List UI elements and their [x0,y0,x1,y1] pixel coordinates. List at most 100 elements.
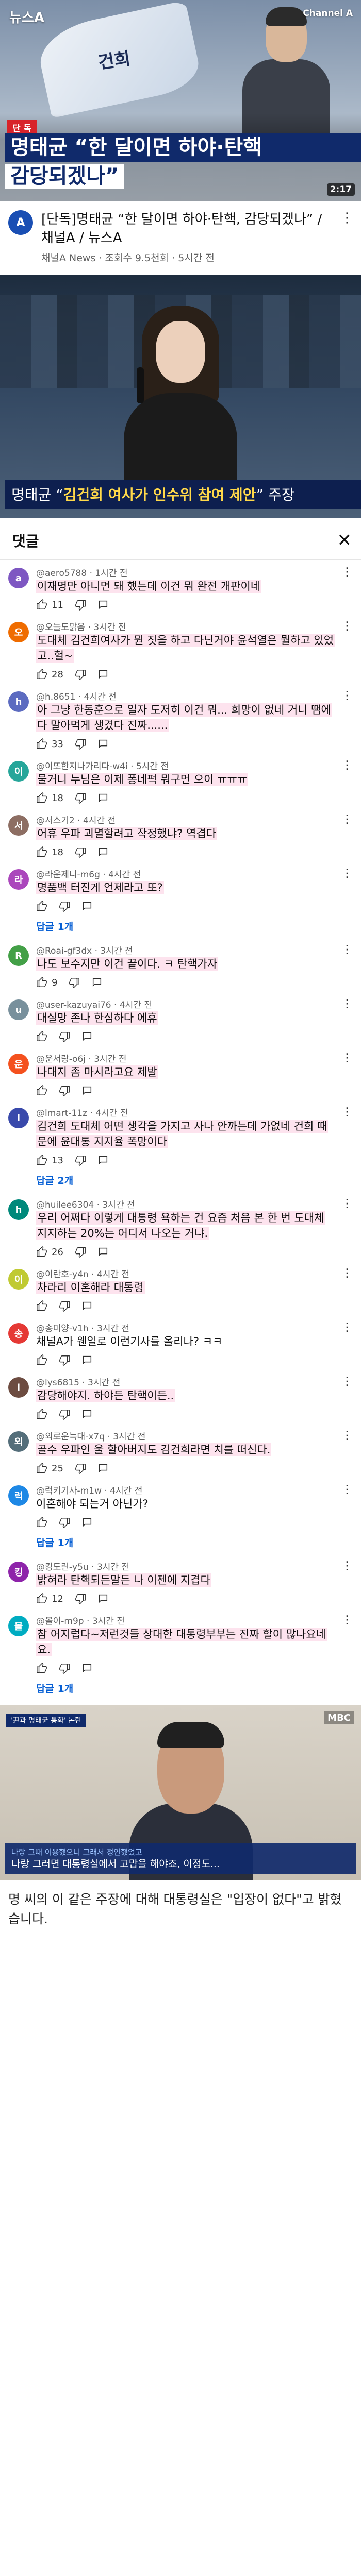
like-button[interactable]: 13 [36,1155,63,1166]
comment-username[interactable]: @서스기2 [36,816,75,826]
like-button[interactable]: 33 [36,738,63,750]
like-button[interactable]: 25 [36,1463,63,1474]
dislike-button[interactable] [59,1409,70,1420]
comment-options-icon[interactable]: ⋮ [341,1375,353,1420]
dislike-button[interactable] [59,1517,70,1528]
like-button[interactable]: 26 [36,1246,63,1258]
comment-options-icon[interactable]: ⋮ [341,997,353,1042]
comment-options-icon[interactable]: ⋮ [341,943,353,988]
dislike-button[interactable] [59,1031,70,1042]
like-button[interactable]: 11 [36,599,63,611]
avatar[interactable]: 럭 [8,1485,29,1506]
comment-username[interactable]: @라운제니-m6g [36,870,100,880]
comment-username[interactable]: @킹도린-y5u [36,1562,89,1572]
comment-options-icon[interactable]: ⋮ [341,1267,353,1312]
dislike-button[interactable] [75,1246,86,1258]
avatar[interactable]: 킹 [8,1562,29,1582]
comment-options-icon[interactable]: ⋮ [341,1483,353,1528]
view-replies-link[interactable]: 답글 1개 [0,915,361,937]
dislike-button[interactable] [75,846,86,858]
dislike-button[interactable] [69,977,80,988]
comment-username[interactable]: @huilee6304 [36,1200,94,1210]
reply-button[interactable] [81,1031,93,1042]
comment-options-icon[interactable]: ⋮ [341,1197,353,1258]
comment-username[interactable]: @aero5788 [36,568,87,579]
comment-options-icon[interactable]: ⋮ [341,1321,353,1366]
dislike-button[interactable] [75,1463,86,1474]
video-player[interactable]: 건희 뉴스A Channel A 단 독 명태균 “한 달이면 하야·탄핵 감당… [0,0,361,201]
like-button[interactable] [36,1300,47,1312]
like-button[interactable] [36,1031,47,1042]
dislike-button[interactable] [75,1155,86,1166]
reply-button[interactable] [97,1155,109,1166]
comment-username[interactable]: @이또한지나가리다-w4i [36,761,128,772]
like-button[interactable]: 9 [36,977,57,988]
comment-options-icon[interactable]: ⋮ [341,1560,353,1604]
avatar[interactable]: 몰 [8,1616,29,1636]
comment-username[interactable]: @user-kazuyai76 [36,1000,111,1010]
dislike-button[interactable] [75,669,86,680]
like-button[interactable] [36,901,47,912]
avatar[interactable]: 라 [8,869,29,890]
reply-button[interactable] [97,792,109,804]
like-button[interactable]: 18 [36,846,63,858]
comment-username[interactable]: @오늘도맑음 [36,622,85,633]
dislike-button[interactable] [75,738,86,750]
avatar[interactable]: l [8,1377,29,1398]
like-button[interactable] [36,1085,47,1096]
avatar[interactable]: h [8,691,29,712]
avatar[interactable]: 송 [8,1323,29,1344]
channel-avatar[interactable]: A [8,210,33,235]
comment-username[interactable]: @운서랑-o6j [36,1054,86,1064]
avatar[interactable]: h [8,1199,29,1220]
close-icon[interactable]: ✕ [337,530,352,551]
comment-options-icon[interactable]: ⋮ [341,620,353,680]
comment-username[interactable]: @몰이-m9p [36,1616,84,1626]
view-replies-link[interactable]: 답글 1개 [0,1677,361,1699]
video-title[interactable]: [단독]명태균 “한 달이면 하야·탄핵, 감당되겠나” / 채널A / 뉴스A [41,210,332,247]
comment-username[interactable]: @외로운늑대-x7q [36,1432,105,1442]
reply-button[interactable] [81,1517,93,1528]
avatar[interactable]: 외 [8,1431,29,1452]
reply-button[interactable] [97,669,109,680]
avatar[interactable]: u [8,999,29,1020]
like-button[interactable] [36,1409,47,1420]
view-replies-link[interactable]: 답글 1개 [0,1531,361,1553]
avatar[interactable]: R [8,945,29,966]
comment-options-icon[interactable]: ⋮ [341,1106,353,1166]
comment-username[interactable]: @Roai-gf3dx [36,946,92,956]
reply-button[interactable] [97,1593,109,1604]
reply-button[interactable] [97,1463,109,1474]
comment-options-icon[interactable]: ⋮ [341,867,353,912]
reply-button[interactable] [81,1663,93,1674]
view-replies-link[interactable]: 답글 2개 [0,1169,361,1191]
like-button[interactable] [36,1354,47,1366]
comment-username[interactable]: @송미양-v1h [36,1324,89,1334]
reply-button[interactable] [81,1409,93,1420]
comment-options-icon[interactable]: ⋮ [341,689,353,750]
avatar[interactable]: a [8,568,29,588]
like-button[interactable]: 12 [36,1593,63,1604]
dislike-button[interactable] [59,1300,70,1312]
avatar[interactable]: 이 [8,1269,29,1290]
reply-button[interactable] [81,1354,93,1366]
comment-username[interactable]: @h.8651 [36,692,75,702]
dislike-button[interactable] [59,1354,70,1366]
reply-button[interactable] [81,1300,93,1312]
dislike-button[interactable] [75,792,86,804]
reply-button[interactable] [97,738,109,750]
like-button[interactable] [36,1663,47,1674]
reply-button[interactable] [97,599,109,611]
reply-button[interactable] [97,846,109,858]
dislike-button[interactable] [75,1593,86,1604]
dislike-button[interactable] [59,1085,70,1096]
avatar[interactable]: 오 [8,622,29,642]
dislike-button[interactable] [75,599,86,611]
dislike-button[interactable] [59,901,70,912]
avatar[interactable]: 운 [8,1054,29,1074]
reply-button[interactable] [91,977,103,988]
comment-username[interactable]: @럭키기사-m1w [36,1486,102,1496]
reply-button[interactable] [97,1246,109,1258]
like-button[interactable]: 28 [36,669,63,680]
comment-options-icon[interactable]: ⋮ [341,566,353,611]
